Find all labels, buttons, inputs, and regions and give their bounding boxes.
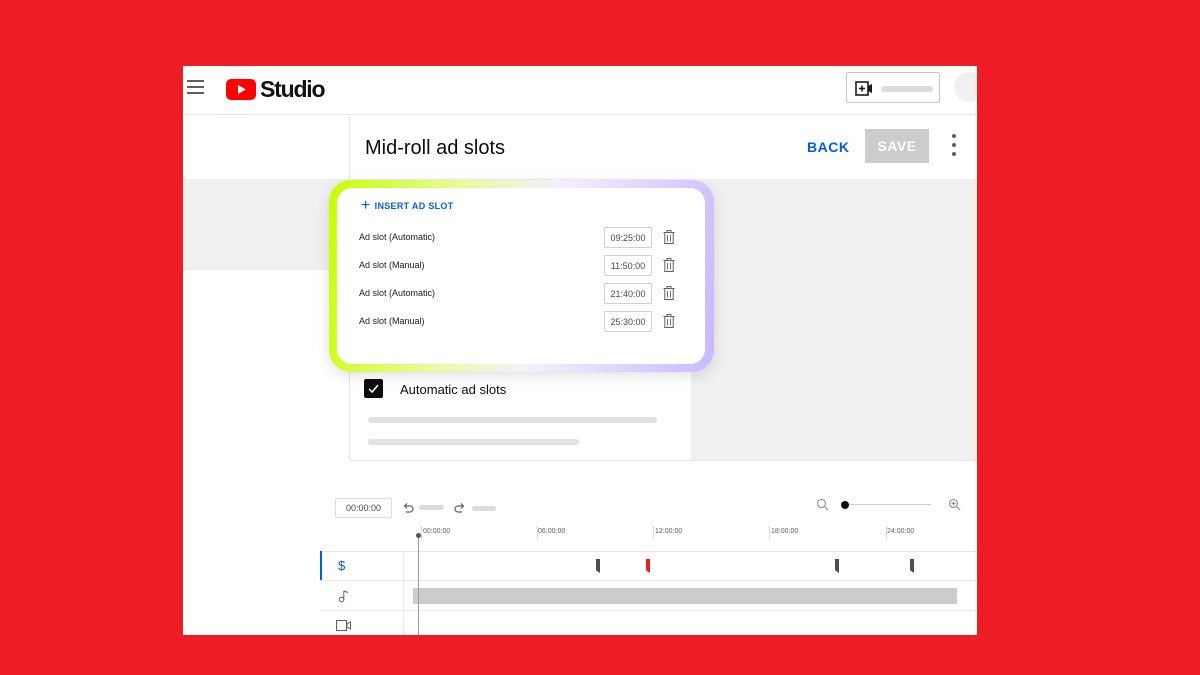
description-placeholder-line: [368, 417, 657, 423]
add-video-icon: [855, 81, 872, 96]
ad-slot-time-field[interactable]: 09:25:00: [604, 227, 652, 248]
trash-icon[interactable]: [663, 258, 675, 272]
audio-track-clip[interactable]: [413, 588, 957, 604]
ad-slot-row: Ad slot (Manual) 25:30:00: [359, 311, 683, 333]
undo-icon[interactable]: [402, 502, 414, 514]
avatar[interactable]: [954, 72, 977, 102]
trash-icon[interactable]: [663, 314, 675, 328]
create-label-placeholder: [881, 86, 933, 92]
settings-card: [350, 366, 691, 460]
more-options-icon[interactable]: [949, 134, 959, 158]
zoom-slider-handle[interactable]: [841, 501, 849, 509]
zoom-slider-track[interactable]: [845, 504, 931, 505]
ad-slot-row: Ad slot (Automatic) 09:25:00: [359, 227, 683, 249]
create-button[interactable]: [846, 72, 940, 103]
ad-slot-row: Ad slot (Automatic) 21:40:00: [359, 283, 683, 305]
ruler-tick: [769, 526, 770, 539]
zoom-in-icon[interactable]: [948, 498, 961, 511]
trash-icon[interactable]: [663, 286, 675, 300]
ruler-label: 12:00:00: [655, 528, 683, 535]
logo-text: Studio: [260, 76, 326, 102]
insert-ad-slot-button[interactable]: + INSERT AD SLOT: [361, 197, 454, 214]
ad-slot-marker-selected[interactable]: [646, 559, 650, 573]
save-button[interactable]: SAVE: [865, 129, 929, 163]
playhead-handle[interactable]: [416, 533, 421, 538]
ad-slot-time-field[interactable]: 25:30:00: [604, 311, 652, 332]
ruler-tick: [421, 526, 422, 539]
undo-label-placeholder: [419, 505, 444, 510]
youtube-play-icon: [226, 79, 256, 100]
sidebar-gray-block: [183, 179, 349, 270]
ruler-label: 18:00:00: [771, 528, 799, 535]
youtube-studio-logo[interactable]: Studio: [226, 76, 326, 103]
dollar-icon[interactable]: $: [338, 558, 345, 573]
back-button[interactable]: BACK: [807, 139, 849, 155]
ruler-label: 24:00:00: [887, 528, 915, 535]
top-bar: Studio: [183, 66, 977, 115]
hamburger-menu-icon[interactable]: [187, 80, 204, 94]
ad-slot-marker[interactable]: [910, 559, 914, 573]
timeline-current-time: 00:00:00: [335, 498, 392, 518]
ad-slot-label: Ad slot (Manual): [359, 316, 425, 326]
ad-slot-marker[interactable]: [835, 559, 839, 573]
ad-slot-label: Ad slot (Automatic): [359, 288, 436, 298]
redo-icon[interactable]: [454, 502, 466, 514]
description-placeholder-line: [368, 439, 579, 445]
page-title: Mid-roll ad slots: [365, 137, 506, 159]
playhead[interactable]: [418, 535, 419, 635]
automatic-ad-slots-label: Automatic ad slots: [400, 382, 507, 397]
ad-slot-time-field[interactable]: 21:40:00: [604, 283, 652, 304]
music-note-icon[interactable]: [338, 589, 350, 603]
insert-ad-slot-label: INSERT AD SLOT: [374, 201, 454, 211]
ruler-label: 00:00:00: [423, 528, 451, 535]
ad-slot-label: Ad slot (Manual): [359, 260, 425, 270]
ruler-label: 06:00:00: [538, 528, 566, 535]
plus-icon: +: [361, 197, 371, 214]
track-header-divider: [403, 551, 404, 635]
zoom-out-icon[interactable]: [816, 498, 829, 511]
ad-slot-row: Ad slot (Manual) 11:50:00: [359, 255, 683, 277]
checkmark-icon: [368, 384, 379, 394]
ruler-tick: [653, 526, 654, 539]
video-camera-icon[interactable]: [336, 620, 351, 631]
trash-icon[interactable]: [663, 230, 675, 244]
editor-divider: [350, 460, 977, 461]
redo-label-placeholder: [472, 506, 496, 511]
ad-slot-marker[interactable]: [596, 559, 600, 573]
active-track-indicator: [320, 551, 322, 580]
automatic-ad-slots-checkbox[interactable]: [364, 379, 383, 398]
ad-slot-label: Ad slot (Automatic): [359, 232, 436, 242]
ad-slot-time-field[interactable]: 11:50:00: [604, 255, 652, 276]
ad-slots-card: + INSERT AD SLOT Ad slot (Automatic) 09:…: [337, 188, 705, 364]
